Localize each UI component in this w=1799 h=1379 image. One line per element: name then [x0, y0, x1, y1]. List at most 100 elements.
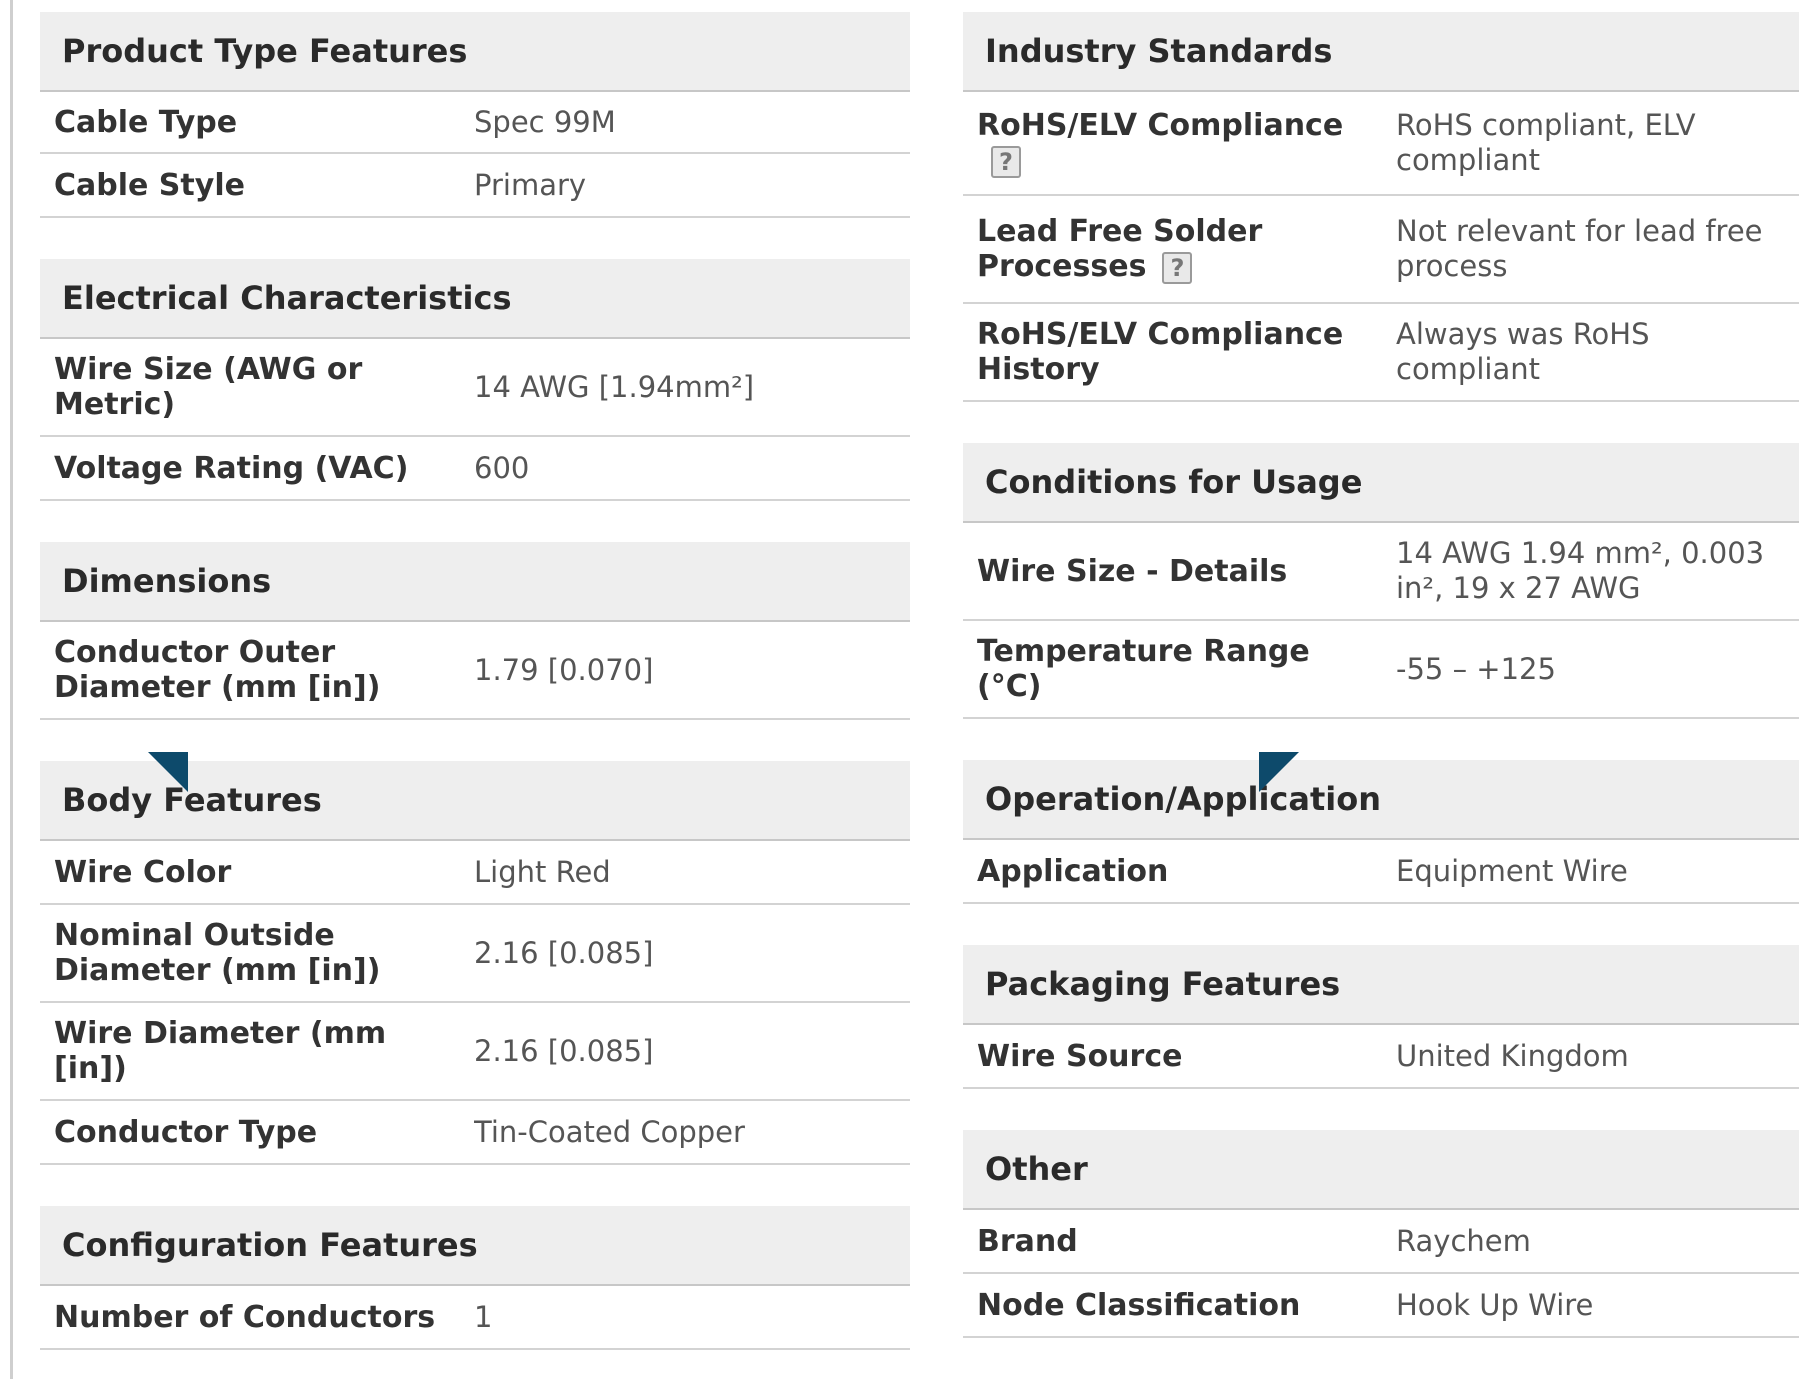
- spec-row: Temperature Range (°C) -55 – +125: [963, 621, 1799, 719]
- spec-label-text: Application: [977, 853, 1169, 889]
- spec-value: 1: [474, 1299, 493, 1334]
- spec-label: RoHS/ELV Compliance History: [963, 317, 1396, 387]
- section-title: Conditions for Usage: [963, 443, 1799, 523]
- spec-row: Wire Size - Details 14 AWG 1.94 mm², 0.00…: [963, 523, 1799, 621]
- spec-value: 2.16 [0.085]: [474, 1033, 654, 1068]
- spec-row: Conductor Type Tin-Coated Copper: [40, 1101, 910, 1165]
- spec-row: RoHS/ELV Compliance History Always was Ro…: [963, 304, 1799, 402]
- spec-label-text: Voltage Rating (VAC): [54, 450, 409, 486]
- section-operation-application: Operation/Application Application Equipmen…: [963, 760, 1799, 904]
- section-title: Other: [963, 1130, 1799, 1210]
- spec-label-text: Wire Diameter (mm [in]): [54, 1016, 387, 1086]
- spec-label-text: Lead Free Solder Processes: [977, 214, 1263, 284]
- spec-value: Always was RoHS compliant: [1396, 317, 1650, 386]
- spec-value: Light Red: [474, 854, 611, 889]
- spec-value: 14 AWG 1.94 mm², 0.003 in², 19 x 27 AWG: [1396, 536, 1765, 605]
- spec-label: Wire Size (AWG or Metric): [40, 352, 474, 422]
- spec-value: Primary: [474, 167, 587, 202]
- spec-label: Wire Color: [40, 855, 474, 890]
- spec-label: Wire Size - Details: [963, 554, 1396, 589]
- spec-label-text: Wire Color: [54, 854, 232, 890]
- section-electrical-characteristics: Electrical Characteristics Wire Size (AWG…: [40, 259, 910, 501]
- section-title: Electrical Characteristics: [40, 259, 910, 339]
- spec-label: Temperature Range (°C): [963, 634, 1396, 704]
- spec-value: -55 – +125: [1396, 651, 1556, 686]
- spec-value: Not relevant for lead free process: [1396, 214, 1763, 283]
- spec-row: Node Classification Hook Up Wire: [963, 1274, 1799, 1338]
- spec-value: Spec 99M: [474, 104, 616, 139]
- spec-value: 14 AWG [1.94mm²]: [474, 369, 755, 404]
- spec-label-text: Node Classification: [977, 1287, 1301, 1323]
- spec-label-text: RoHS/ELV Compliance: [977, 108, 1344, 143]
- section-packaging-features: Packaging Features Wire Source United King…: [963, 945, 1799, 1089]
- section-title: Operation/Application: [963, 760, 1799, 840]
- spec-label: Cable Style: [40, 168, 474, 203]
- spec-label: Number of Conductors: [40, 1300, 474, 1335]
- section-title: Dimensions: [40, 542, 910, 622]
- spec-row: Number of Conductors 1: [40, 1286, 910, 1350]
- section-industry-standards: Industry Standards RoHS/ELV Compliance? Ro…: [963, 12, 1799, 402]
- spec-row: Cable Style Primary: [40, 154, 910, 218]
- spec-label-text: Brand: [977, 1223, 1078, 1259]
- spec-label: Nominal Outside Diameter (mm [in]): [40, 918, 474, 988]
- section-title: Product Type Features: [40, 12, 910, 92]
- page-left-border: [10, 0, 13, 1379]
- spec-label: Conductor Type: [40, 1115, 474, 1150]
- spec-value: Tin-Coated Copper: [474, 1114, 745, 1149]
- left-column: Product Type Features Cable Type Spec 99M C…: [40, 12, 910, 1350]
- spec-label: Application: [963, 854, 1396, 889]
- spec-label: RoHS/ELV Compliance?: [963, 108, 1396, 178]
- spec-value: Hook Up Wire: [1396, 1287, 1594, 1322]
- spec-row: Cable Type Spec 99M: [40, 92, 910, 154]
- section-conditions-for-usage: Conditions for Usage Wire Size - Details 1…: [963, 443, 1799, 719]
- spec-label-text: Nominal Outside Diameter (mm [in]): [54, 918, 381, 988]
- spec-label-text: Cable Type: [54, 104, 238, 140]
- spec-label: Conductor Outer Diameter (mm [in]): [40, 635, 474, 705]
- spec-row: Application Equipment Wire: [963, 840, 1799, 904]
- spec-row: Wire Diameter (mm [in]) 2.16 [0.085]: [40, 1003, 910, 1101]
- spec-row: RoHS/ELV Compliance? RoHS compliant, ELV …: [963, 92, 1799, 196]
- marker-triangle-icon: [148, 752, 188, 792]
- spec-label: Wire Diameter (mm [in]): [40, 1016, 474, 1086]
- marker-triangle-icon: [1259, 752, 1299, 792]
- spec-label: Cable Type: [40, 105, 474, 140]
- spec-value: 1.79 [0.070]: [474, 652, 654, 687]
- spec-value: 2.16 [0.085]: [474, 935, 654, 970]
- spec-label-text: Wire Size (AWG or Metric): [54, 352, 363, 422]
- spec-row: Conductor Outer Diameter (mm [in]) 1.79 […: [40, 622, 910, 720]
- section-dimensions: Dimensions Conductor Outer Diameter (mm […: [40, 542, 910, 720]
- help-icon[interactable]: ?: [1162, 251, 1193, 284]
- spec-label: Wire Source: [963, 1039, 1396, 1074]
- spec-row: Wire Size (AWG or Metric) 14 AWG [1.94mm²…: [40, 339, 910, 437]
- spec-row: Lead Free Solder Processes? Not relevant …: [963, 196, 1799, 304]
- spec-value: United Kingdom: [1396, 1038, 1629, 1073]
- spec-label: Brand: [963, 1224, 1396, 1259]
- spec-label-text: Conductor Type: [54, 1114, 318, 1150]
- spec-label-text: Wire Size - Details: [977, 553, 1288, 589]
- spec-label-text: RoHS/ELV Compliance History: [977, 317, 1344, 387]
- section-title: Industry Standards: [963, 12, 1799, 92]
- spec-label: Lead Free Solder Processes?: [963, 214, 1396, 284]
- spec-value: Raychem: [1396, 1223, 1531, 1258]
- spec-value: RoHS compliant, ELV compliant: [1396, 108, 1696, 177]
- section-product-type-features: Product Type Features Cable Type Spec 99M C…: [40, 12, 910, 218]
- spec-label: Voltage Rating (VAC): [40, 451, 474, 486]
- section-configuration-features: Configuration Features Number of Conducto…: [40, 1206, 910, 1350]
- spec-label-text: Wire Source: [977, 1038, 1183, 1074]
- right-column: Industry Standards RoHS/ELV Compliance? Ro…: [963, 12, 1799, 1338]
- spec-label-text: Conductor Outer Diameter (mm [in]): [54, 635, 381, 705]
- spec-row: Voltage Rating (VAC) 600: [40, 437, 910, 501]
- spec-row: Brand Raychem: [963, 1210, 1799, 1274]
- spec-value: Equipment Wire: [1396, 853, 1628, 888]
- section-body-features: Body Features Wire Color Light Red Nominal …: [40, 761, 910, 1165]
- spec-label-text: Number of Conductors: [54, 1299, 436, 1335]
- section-title: Configuration Features: [40, 1206, 910, 1286]
- section-other: Other Brand Raychem Node Classification Hook…: [963, 1130, 1799, 1338]
- help-icon[interactable]: ?: [991, 145, 1021, 178]
- spec-label-text: Temperature Range (°C): [977, 634, 1310, 704]
- spec-label: Node Classification: [963, 1288, 1396, 1323]
- spec-row: Nominal Outside Diameter (mm [in]) 2.16 […: [40, 905, 910, 1003]
- section-title: Packaging Features: [963, 945, 1799, 1025]
- spec-row: Wire Color Light Red: [40, 841, 910, 905]
- spec-label-text: Cable Style: [54, 167, 245, 203]
